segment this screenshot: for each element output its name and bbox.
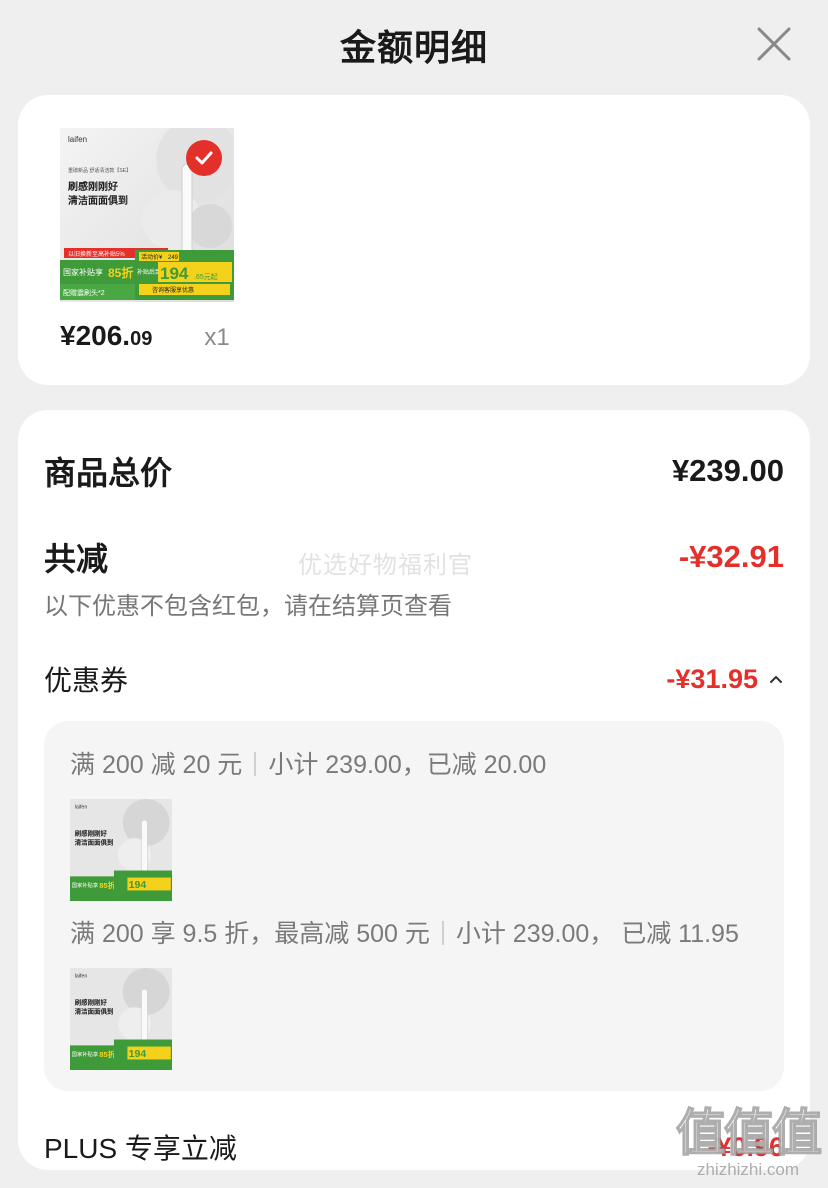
selected-check-icon [186, 140, 222, 176]
product-price-row: ¥206. 09 x1 [60, 320, 810, 352]
divider [441, 921, 444, 945]
total-price-value: ¥239.00 [671, 453, 784, 488]
svg-text:laifen: laifen [75, 973, 88, 979]
close-button[interactable] [756, 26, 792, 62]
svg-text:.65元起: .65元起 [194, 273, 218, 281]
svg-text:重磅新品 舒适清洁款【SE】: 重磅新品 舒适清洁款【SE】 [68, 167, 131, 174]
svg-text:85折: 85折 [99, 1049, 115, 1059]
svg-text:85折: 85折 [99, 880, 115, 890]
svg-text:活动价¥: 活动价¥ [141, 253, 163, 261]
total-price-row: 商品总价 ¥239.00 [44, 410, 784, 494]
svg-text:194: 194 [129, 1048, 147, 1060]
coupon-value: -¥31.95 [666, 663, 758, 694]
coupon-subtotal: 小计 239.00，已减 20.00 [268, 751, 547, 779]
coupon-product-thumbnail: laifen 刷感刚刚好 清洁面面俱到 国家补贴享 85折 194 [70, 968, 172, 1070]
svg-text:laifen: laifen [75, 804, 88, 810]
product-price-decimal: 09 [130, 328, 153, 350]
svg-text:以旧换新至高补贴5%: 以旧换新至高补贴5% [68, 250, 125, 258]
svg-text:194: 194 [129, 879, 147, 891]
svg-text:清洁面面俱到: 清洁面面俱到 [68, 194, 128, 207]
total-price-label: 商品总价 [44, 455, 173, 491]
svg-text:85折: 85折 [108, 265, 133, 280]
plus-discount-label: PLUS 专享立减 [44, 1133, 237, 1164]
coupon-detail-box: 满 200 减 20 元小计 239.00，已减 20.00 laifen 刷感… [44, 721, 784, 1091]
chevron-up-icon[interactable] [768, 671, 784, 687]
coupon-label: 优惠券 [44, 665, 129, 696]
header: 金额明细 [0, 0, 828, 90]
page-title: 金额明细 [339, 27, 488, 68]
coupon-row[interactable]: 优惠券 -¥31.95 [44, 659, 784, 699]
close-icon [757, 27, 791, 61]
plus-discount-value: -¥0.96 [707, 1131, 784, 1162]
amount-detail-card: 商品总价 ¥239.00 共减 -¥32.91 以下优惠不包含红包，请在结算页查… [18, 410, 810, 1170]
plus-discount-row: PLUS 专享立减 -¥0.96 [44, 1127, 784, 1167]
svg-text:咨询客服享优惠: 咨询客服享优惠 [152, 286, 194, 294]
coupon-product-thumbnail: laifen 刷感刚刚好 清洁面面俱到 国家补贴享 85折 194 [70, 799, 172, 901]
svg-text:配赠震刷头*2: 配赠震刷头*2 [63, 288, 105, 297]
coupon-item: 满 200 享 9.5 折，最高减 500 元小计 239.00， 已减 11.… [70, 914, 758, 950]
product-card: laifen 重磅新品 舒适清洁款【SE】 刷感刚刚好 清洁面面俱到 以旧换新至… [18, 95, 810, 385]
coupon-subtotal: 小计 239.00， 已减 11.95 [455, 920, 739, 948]
svg-text:刷感刚刚好: 刷感刚刚好 [68, 180, 118, 193]
coupon-rule: 满 200 享 9.5 折，最高减 500 元 [70, 920, 430, 948]
total-reduction-label: 共减 [44, 541, 109, 577]
reduction-note: 以下优惠不包含红包，请在结算页查看 [44, 593, 452, 620]
svg-text:249: 249 [168, 255, 179, 261]
coupon-rule: 满 200 减 20 元 [70, 751, 243, 779]
product-quantity: x1 [204, 324, 230, 351]
coupon-item: 满 200 减 20 元小计 239.00，已减 20.00 [70, 745, 758, 781]
product-price: ¥206. [60, 320, 131, 351]
svg-text:国家补贴享: 国家补贴享 [63, 267, 103, 277]
svg-text:laifen: laifen [68, 135, 87, 144]
total-reduction-value: -¥32.91 [678, 539, 784, 574]
product-thumbnail[interactable]: laifen 重磅新品 舒适清洁款【SE】 刷感刚刚好 清洁面面俱到 以旧换新至… [60, 118, 240, 302]
divider [254, 752, 257, 776]
total-reduction-row: 共减 -¥32.91 [44, 534, 784, 580]
svg-text:194: 194 [160, 264, 189, 283]
